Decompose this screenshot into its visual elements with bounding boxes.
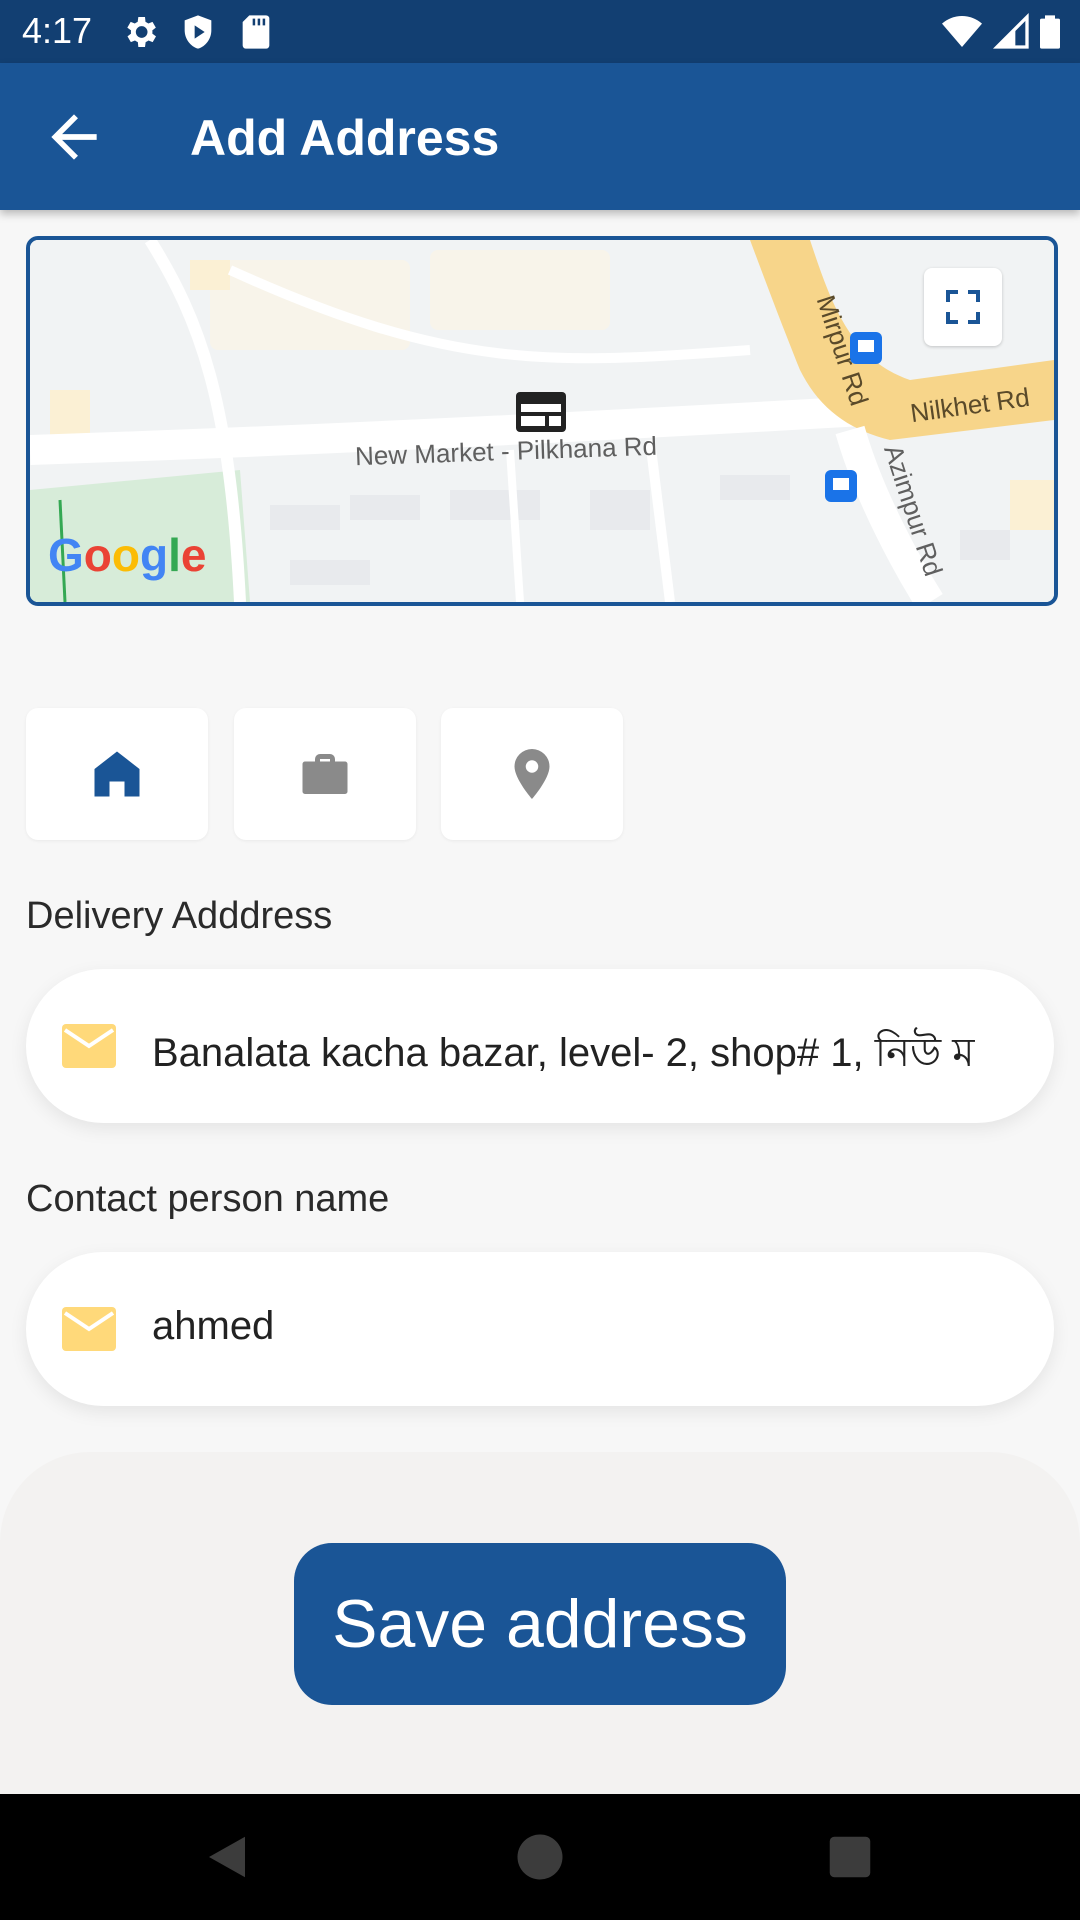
home-nav-icon[interactable] bbox=[513, 1830, 567, 1884]
location-pin-icon bbox=[514, 749, 550, 799]
map-marker-icon bbox=[516, 392, 566, 432]
contact-name-value: ahmed bbox=[152, 1304, 275, 1348]
mail-icon bbox=[62, 1307, 116, 1351]
signal-icon bbox=[992, 12, 1029, 49]
system-nav-bar bbox=[0, 1794, 1080, 1920]
back-nav-icon[interactable] bbox=[200, 1830, 254, 1884]
mail-icon bbox=[62, 1024, 116, 1068]
delivery-address-field[interactable]: Banalata kacha bazar, level- 2, shop# 1,… bbox=[26, 969, 1054, 1123]
shield-icon bbox=[184, 15, 212, 49]
recents-nav-icon[interactable] bbox=[823, 1830, 877, 1884]
contact-name-field[interactable]: ahmed bbox=[26, 1252, 1054, 1406]
delivery-address-value: Banalata kacha bazar, level- 2, shop# 1,… bbox=[152, 1031, 975, 1075]
status-bar: 4:17 bbox=[0, 0, 1080, 63]
contact-name-label: Contact person name bbox=[26, 1178, 390, 1220]
fullscreen-button[interactable] bbox=[924, 268, 1002, 346]
address-type-home[interactable] bbox=[26, 708, 208, 840]
app-bar: Add Address bbox=[0, 63, 1080, 210]
wifi-icon bbox=[942, 16, 982, 47]
address-type-work[interactable] bbox=[234, 708, 416, 840]
arrow-back-icon[interactable] bbox=[40, 103, 108, 171]
page-title: Add Address bbox=[190, 110, 500, 166]
home-icon bbox=[94, 751, 140, 797]
map-view[interactable]: New Market - Pilkhana Rd Mirpur Rd Nilkh… bbox=[26, 236, 1058, 606]
sd-card-icon bbox=[242, 15, 270, 49]
delivery-address-label: Delivery Adddress bbox=[26, 895, 333, 937]
save-address-button[interactable]: Save address bbox=[294, 1543, 786, 1705]
battery-icon bbox=[1040, 15, 1060, 49]
status-time: 4:17 bbox=[22, 10, 93, 51]
address-type-other[interactable] bbox=[441, 708, 623, 840]
briefcase-icon bbox=[302, 754, 348, 794]
google-logo: Google bbox=[48, 529, 207, 581]
fullscreen-icon bbox=[946, 290, 980, 324]
settings-icon bbox=[127, 17, 156, 47]
